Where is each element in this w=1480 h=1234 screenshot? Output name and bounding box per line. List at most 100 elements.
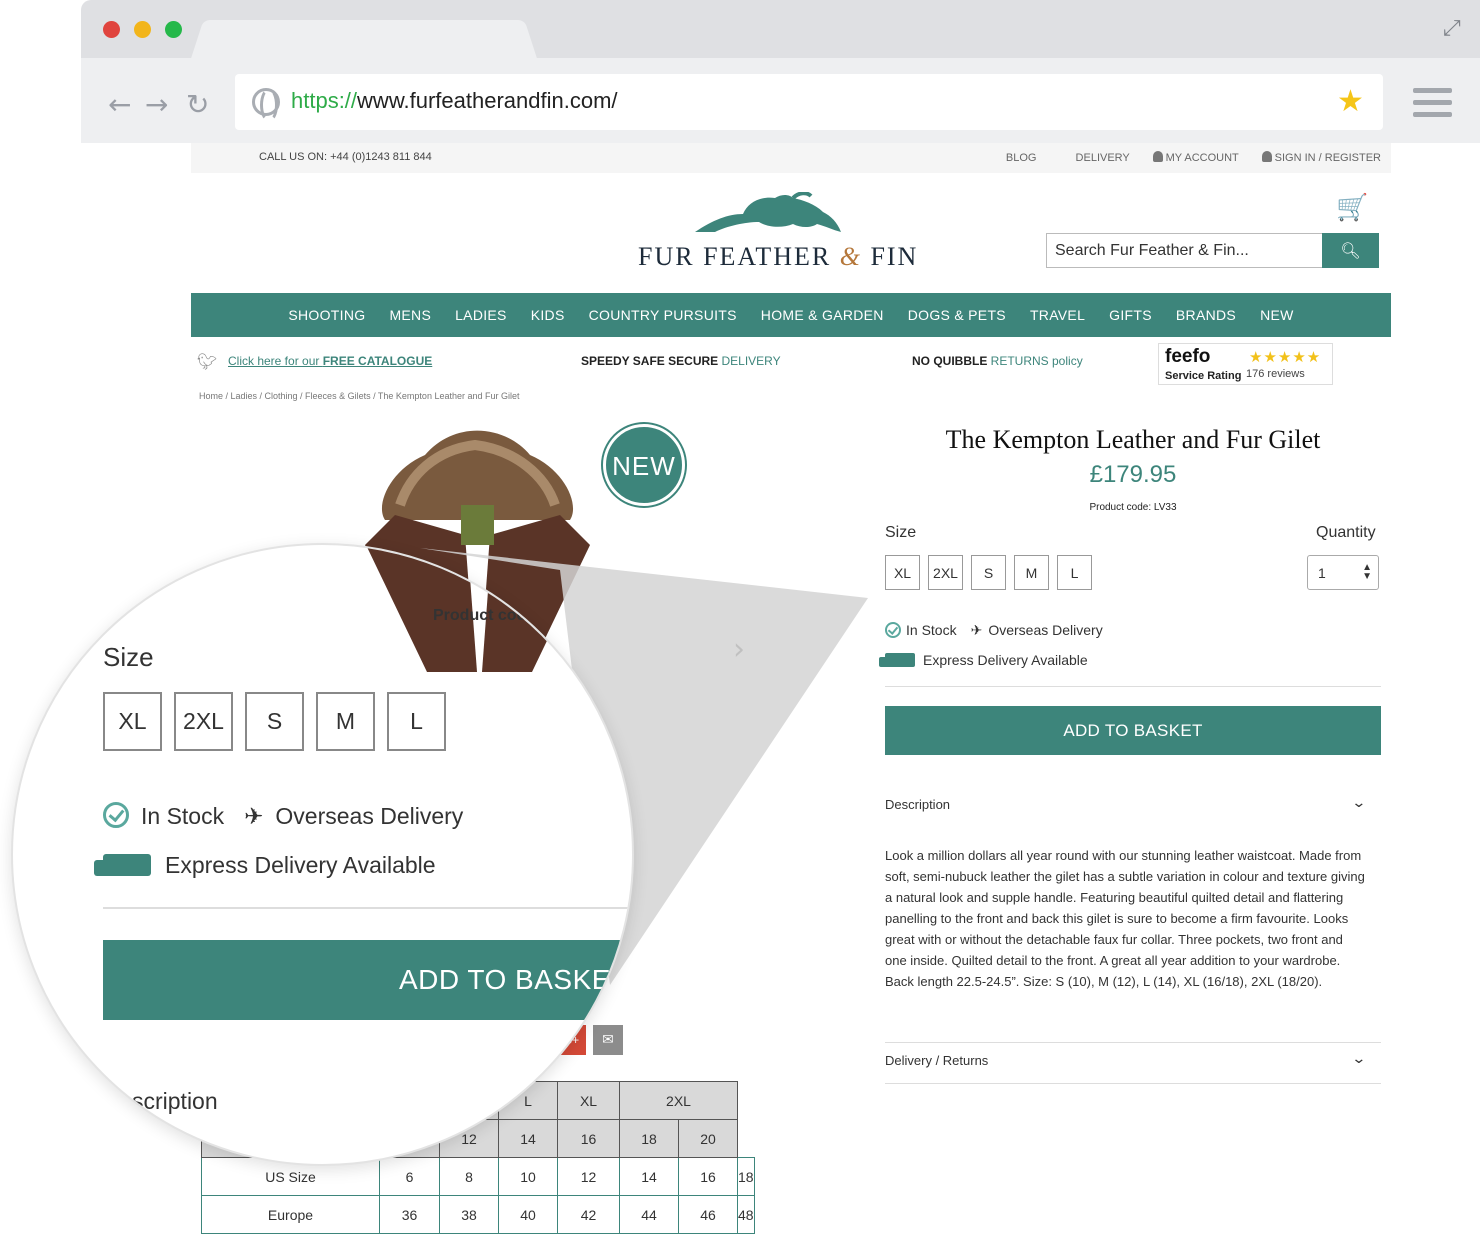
speedy-delivery-text[interactable]: SPEEDY SAFE SECURE DELIVERY — [581, 354, 781, 368]
check-circle-icon — [103, 802, 129, 828]
nav-item-mens[interactable]: MENS — [389, 307, 431, 323]
globe-icon — [252, 88, 280, 122]
table-cell: 20 — [678, 1119, 738, 1158]
select-caret-icon: ▲ ▼ — [1362, 562, 1372, 582]
feefo-review-count: 176 reviews — [1246, 368, 1305, 380]
utility-bar: CALL US ON: +44 (0)1243 811 844 BLOG DEL… — [191, 143, 1391, 173]
table-cell: 46 — [678, 1195, 738, 1234]
size-options-magnified: XL 2XL S M L — [103, 692, 446, 751]
nav-item-country-pursuits[interactable]: COUNTRY PURSUITS — [589, 307, 737, 323]
product-code-magnified: Product cod — [433, 607, 527, 624]
size-option-magnified-m[interactable]: M — [316, 692, 375, 751]
feefo-rating-label: Service Rating — [1165, 370, 1242, 382]
divider — [885, 686, 1381, 687]
main-navigation: SHOOTING MENS LADIES KIDS COUNTRY PURSUITS HO… — [191, 293, 1391, 337]
nav-item-brands[interactable]: BRANDS — [1176, 307, 1236, 323]
size-option-magnified-xl[interactable]: XL — [103, 692, 162, 751]
table-cell: 48 — [737, 1195, 755, 1234]
table-cell: 42 — [557, 1195, 620, 1234]
size-option-s[interactable]: S — [971, 555, 1006, 590]
nav-item-shooting[interactable]: SHOOTING — [288, 307, 365, 323]
search-input[interactable]: Search Fur Feather & Fin... — [1046, 233, 1323, 268]
minimize-window-button[interactable] — [134, 21, 151, 38]
nav-item-dogs-pets[interactable]: DOGS & PETS — [908, 307, 1006, 323]
search-button[interactable]: 🔍︎ — [1322, 233, 1379, 268]
close-window-button[interactable] — [103, 21, 120, 38]
breadcrumb[interactable]: Home / Ladies / Clothing / Fleeces & Gil… — [199, 391, 520, 401]
nav-item-travel[interactable]: TRAVEL — [1030, 307, 1085, 323]
reload-icon[interactable]: ↻ — [186, 88, 209, 121]
blog-link[interactable]: BLOG — [1006, 152, 1037, 164]
stock-status-magnified: In Stock ✈ Overseas Delivery — [103, 802, 463, 830]
chevron-down-icon: ⌄ — [1351, 1051, 1367, 1067]
table-cell: 16 — [678, 1157, 738, 1196]
nav-item-kids[interactable]: KIDS — [531, 307, 565, 323]
size-option-l[interactable]: L — [1057, 555, 1092, 590]
browser-menu-icon[interactable] — [1413, 88, 1452, 124]
quantity-select[interactable]: 1 ▲ ▼ — [1307, 555, 1379, 590]
fullscreen-icon[interactable]: ⤢ — [1443, 16, 1461, 41]
hare-logo-icon[interactable] — [693, 192, 843, 237]
size-options: XL 2XL S M L — [885, 555, 1092, 590]
free-catalogue-link[interactable]: Click here for our FREE CATALOGUE — [228, 354, 432, 368]
bookmark-star-icon[interactable]: ★ — [1337, 84, 1364, 119]
my-account-link[interactable]: MY ACCOUNT — [1152, 151, 1239, 164]
stock-status: In Stock ✈ Overseas Delivery — [885, 622, 1103, 639]
table-cell: 38 — [439, 1195, 499, 1234]
nav-item-ladies[interactable]: LADIES — [455, 307, 507, 323]
next-image-arrow-icon[interactable]: › — [733, 632, 745, 667]
url-text: https://www.furfeatherandfin.com/ — [291, 88, 618, 113]
user-icon — [1261, 151, 1272, 162]
feefo-logo: feefo — [1165, 346, 1211, 367]
size-option-magnified-l[interactable]: L — [387, 692, 446, 751]
description-accordion-toggle[interactable]: Description ⌄ — [885, 795, 1367, 812]
size-label-magnified: Size — [103, 642, 154, 672]
size-option-magnified-2xl[interactable]: 2XL — [174, 692, 233, 751]
table-cell: 40 — [498, 1195, 558, 1234]
maximize-window-button[interactable] — [165, 21, 182, 38]
divider — [103, 907, 632, 909]
table-cell: 2XL — [619, 1081, 738, 1120]
feefo-rating-badge[interactable]: feefo Service Rating ★★★★★ 176 reviews — [1158, 343, 1333, 385]
returns-policy-text[interactable]: NO QUIBBLE RETURNS policy — [912, 354, 1083, 368]
add-to-basket-button[interactable]: ADD TO BASKET — [885, 706, 1381, 755]
new-badge: NEW — [603, 424, 685, 506]
user-icon — [1152, 151, 1163, 162]
quantity-label: Quantity — [1316, 524, 1376, 541]
check-circle-icon — [885, 622, 901, 638]
chevron-down-icon: ⌄ — [1351, 795, 1367, 811]
airplane-icon: ✈ — [244, 804, 264, 830]
product-price: £179.95 — [1089, 461, 1177, 488]
divider — [885, 1083, 1381, 1084]
table-cell: 44 — [619, 1195, 679, 1234]
cart-icon[interactable]: 🛒 — [1336, 193, 1368, 223]
product-title: The Kempton Leather and Fur Gilet — [945, 425, 1321, 454]
back-arrow-icon[interactable]: ← — [108, 88, 131, 121]
address-bar[interactable]: https://www.furfeatherandfin.com/ ★ — [235, 74, 1383, 130]
call-us-text: CALL US ON: +44 (0)1243 811 844 — [259, 151, 432, 163]
size-label: Size — [885, 524, 917, 541]
browser-tab[interactable] — [211, 20, 517, 60]
size-option-m[interactable]: M — [1014, 555, 1049, 590]
magnifier-lens: Product cod Size XL 2XL S M L In Stock ✈ Overs… — [11, 543, 634, 1166]
delivery-link[interactable]: DELIVERY — [1076, 152, 1130, 164]
forward-arrow-icon[interactable]: → — [145, 88, 168, 121]
size-option-xl[interactable]: XL — [885, 555, 920, 590]
table-cell: Europe — [201, 1195, 380, 1234]
table-row: Europe 36 38 40 42 44 46 48 — [201, 1195, 755, 1234]
brand-logo-text[interactable]: FUR FEATHER & FIN — [638, 242, 918, 272]
table-cell: 18 — [737, 1157, 755, 1196]
nav-item-gifts[interactable]: GIFTS — [1109, 307, 1152, 323]
rating-stars-icon: ★★★★★ — [1249, 348, 1322, 366]
sign-in-link[interactable]: SIGN IN / REGISTER — [1261, 151, 1381, 164]
nav-item-new[interactable]: NEW — [1260, 307, 1294, 323]
add-to-basket-magnified: ADD TO BASKET — [103, 940, 632, 1020]
size-option-2xl[interactable]: 2XL — [928, 555, 963, 590]
airplane-icon: ✈ — [970, 623, 983, 639]
size-option-magnified-s[interactable]: S — [245, 692, 304, 751]
delivery-returns-accordion-toggle[interactable]: Delivery / Returns ⌄ — [885, 1051, 1367, 1068]
nav-item-home-garden[interactable]: HOME & GARDEN — [761, 307, 884, 323]
express-delivery-magnified: Express Delivery Available — [94, 852, 436, 879]
product-code: Product code: LV33 — [1089, 502, 1177, 513]
table-cell: 36 — [379, 1195, 440, 1234]
